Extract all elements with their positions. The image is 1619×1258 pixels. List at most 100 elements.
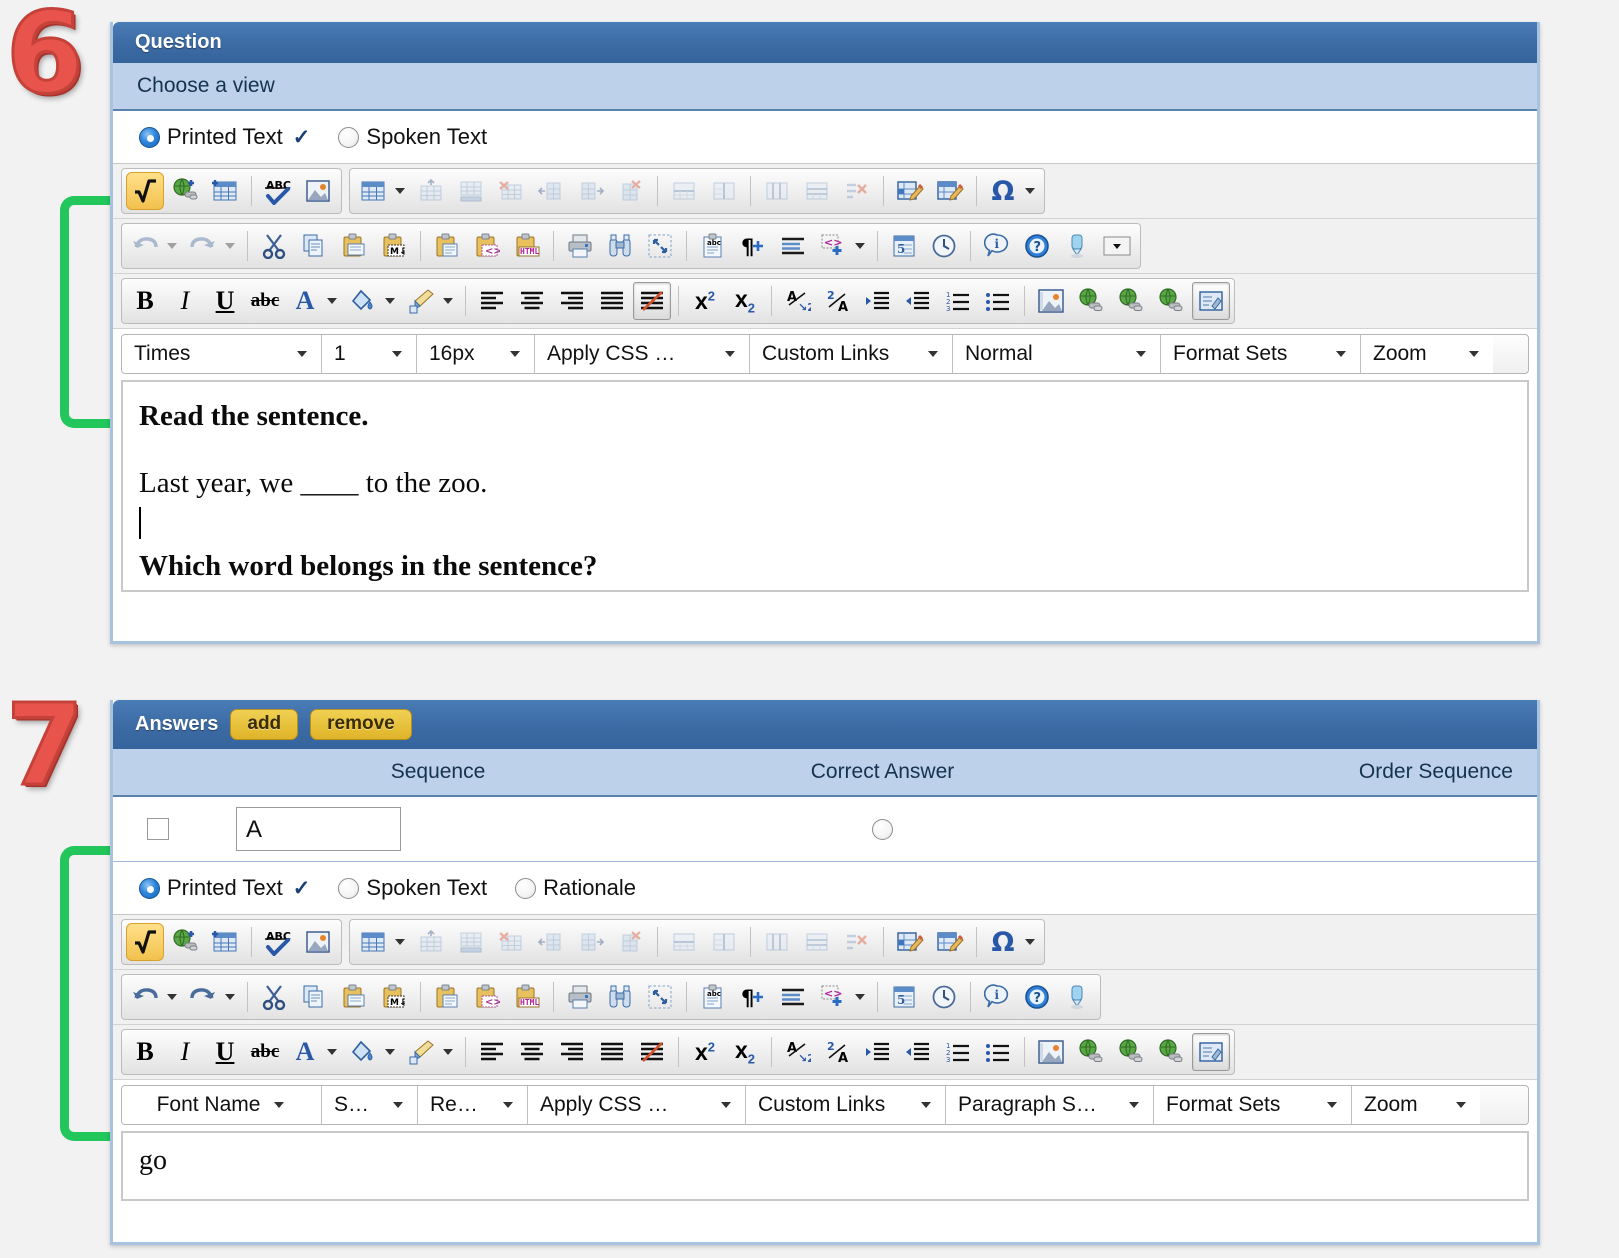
- spell-check-document-icon[interactable]: abc: [694, 227, 732, 265]
- find-binoculars-icon[interactable]: [601, 978, 639, 1016]
- align-center-icon[interactable]: [513, 282, 551, 320]
- font-size-select[interactable]: 16px: [417, 335, 535, 373]
- underline-icon[interactable]: U: [206, 282, 244, 320]
- insert-row-above-icon[interactable]: [412, 923, 450, 961]
- radio-spoken-text-input[interactable]: [338, 126, 360, 148]
- font-style-select[interactable]: 1: [322, 335, 417, 373]
- paragraph-style-select[interactable]: Normal: [953, 335, 1161, 373]
- numbered-list-icon[interactable]: 123: [939, 282, 977, 320]
- redo-icon[interactable]: [184, 978, 222, 1016]
- show-paragraph-marks-icon[interactable]: ¶: [734, 227, 772, 265]
- bulleted-list-icon[interactable]: [979, 282, 1017, 320]
- bold-icon[interactable]: B: [126, 282, 164, 320]
- insert-table-icon[interactable]: [206, 923, 244, 961]
- strikethrough-icon[interactable]: abc: [246, 1033, 284, 1071]
- font-color-icon[interactable]: A: [286, 1033, 324, 1071]
- image-placeholder-icon[interactable]: [1032, 282, 1070, 320]
- table-properties-caret-icon[interactable]: [395, 188, 405, 194]
- insert-column-right-icon[interactable]: [572, 923, 610, 961]
- insert-column-left-icon[interactable]: [532, 172, 570, 210]
- format-painter-icon[interactable]: [402, 1033, 440, 1071]
- show-paragraph-marks-icon[interactable]: ¶: [734, 978, 772, 1016]
- answer-font-size-select[interactable]: Re…: [418, 1086, 528, 1124]
- answer-custom-links-select[interactable]: Custom Links: [746, 1086, 946, 1124]
- remove-format-icon[interactable]: [633, 282, 671, 320]
- increase-font-size-icon[interactable]: A↘2: [779, 1033, 817, 1071]
- copy-icon[interactable]: [295, 227, 333, 265]
- copy-icon[interactable]: [295, 978, 333, 1016]
- paste-plain-text-icon[interactable]: [428, 227, 466, 265]
- format-sets-select[interactable]: Format Sets: [1161, 335, 1361, 373]
- merge-cells-down-icon[interactable]: [665, 172, 703, 210]
- insert-time-clock-icon[interactable]: [925, 978, 963, 1016]
- merge-cells-down-icon[interactable]: [665, 923, 703, 961]
- info-bubble-icon[interactable]: i: [978, 978, 1016, 1016]
- paste-plain-text-icon[interactable]: [428, 978, 466, 1016]
- answer-radio-spoken-text-input[interactable]: [338, 877, 360, 899]
- answer-radio-printed-text-input[interactable]: [139, 877, 160, 899]
- remove-answer-button[interactable]: remove: [310, 709, 412, 740]
- answer-radio-rationale[interactable]: Rationale: [515, 875, 636, 901]
- undo-icon[interactable]: [126, 227, 164, 265]
- answer-radio-rationale-input[interactable]: [515, 877, 537, 899]
- merge-cells-right-icon[interactable]: [705, 172, 743, 210]
- paste-from-word-icon[interactable]: <>: [468, 978, 506, 1016]
- split-cell-vertical-icon[interactable]: [758, 923, 796, 961]
- delete-row-icon[interactable]: [492, 172, 530, 210]
- remove-format-icon[interactable]: [633, 1033, 671, 1071]
- apply-css-select[interactable]: Apply CSS …: [535, 335, 750, 373]
- insert-code-caret-icon[interactable]: [855, 243, 865, 249]
- align-left-icon[interactable]: [473, 1033, 511, 1071]
- align-justify-icon[interactable]: [593, 282, 631, 320]
- toggle-editor-icon[interactable]: [1192, 1033, 1230, 1071]
- answer-apply-css-select[interactable]: Apply CSS …: [528, 1086, 746, 1124]
- decrease-indent-icon[interactable]: [899, 282, 937, 320]
- redo-icon[interactable]: [184, 227, 222, 265]
- undo-caret-icon[interactable]: [167, 243, 177, 249]
- undo-icon[interactable]: [126, 978, 164, 1016]
- paste-icon[interactable]: [335, 227, 373, 265]
- increase-indent-icon[interactable]: [859, 1033, 897, 1071]
- radio-printed-text[interactable]: Printed Text ✓: [139, 124, 310, 150]
- font-color-caret-icon[interactable]: [327, 298, 337, 304]
- bold-icon[interactable]: B: [126, 1033, 164, 1071]
- cut-scissors-icon[interactable]: [255, 978, 293, 1016]
- insert-link-globe-icon[interactable]: [166, 923, 204, 961]
- select-all-icon[interactable]: [641, 978, 679, 1016]
- insert-hyperlink-icon[interactable]: [1072, 1033, 1110, 1071]
- edit-hyperlink-icon[interactable]: [1112, 282, 1150, 320]
- print-icon[interactable]: [561, 978, 599, 1016]
- table-edit-icon[interactable]: [931, 172, 969, 210]
- radio-spoken-text[interactable]: Spoken Text: [338, 124, 487, 150]
- numbered-list-icon[interactable]: 123: [939, 1033, 977, 1071]
- insert-table-icon[interactable]: [206, 172, 244, 210]
- table-properties-icon[interactable]: [354, 172, 392, 210]
- background-color-caret-icon[interactable]: [385, 1049, 395, 1055]
- delete-table-icon[interactable]: [838, 923, 876, 961]
- increase-font-size-icon[interactable]: A↘2: [779, 282, 817, 320]
- spell-check-abc-icon[interactable]: ABC: [259, 172, 297, 210]
- special-character-omega-icon[interactable]: Ω: [984, 172, 1022, 210]
- background-color-icon[interactable]: [344, 282, 382, 320]
- more-options-icon[interactable]: [1098, 227, 1136, 265]
- insert-code-snippet-icon[interactable]: <>: [814, 978, 852, 1016]
- find-binoculars-icon[interactable]: [601, 227, 639, 265]
- decrease-font-size-icon[interactable]: 2A: [819, 1033, 857, 1071]
- remove-hyperlink-icon[interactable]: [1152, 282, 1190, 320]
- align-justify-icon[interactable]: [593, 1033, 631, 1071]
- help-question-icon[interactable]: ?: [1018, 978, 1056, 1016]
- cut-scissors-icon[interactable]: [255, 227, 293, 265]
- cell-properties-icon[interactable]: [891, 923, 929, 961]
- table-properties-caret-icon[interactable]: [395, 939, 405, 945]
- strikethrough-icon[interactable]: abc: [246, 282, 284, 320]
- special-character-omega-icon[interactable]: Ω: [984, 923, 1022, 961]
- delete-table-icon[interactable]: [838, 172, 876, 210]
- format-painter-caret-icon[interactable]: [443, 298, 453, 304]
- paste-from-word-icon[interactable]: <>: [468, 227, 506, 265]
- paste-html-icon[interactable]: HTML: [508, 227, 546, 265]
- undo-caret-icon[interactable]: [167, 994, 177, 1000]
- insert-column-right-icon[interactable]: [572, 172, 610, 210]
- answer-row-checkbox[interactable]: [147, 818, 169, 840]
- delete-column-icon[interactable]: [612, 923, 650, 961]
- paste-html-icon[interactable]: HTML: [508, 978, 546, 1016]
